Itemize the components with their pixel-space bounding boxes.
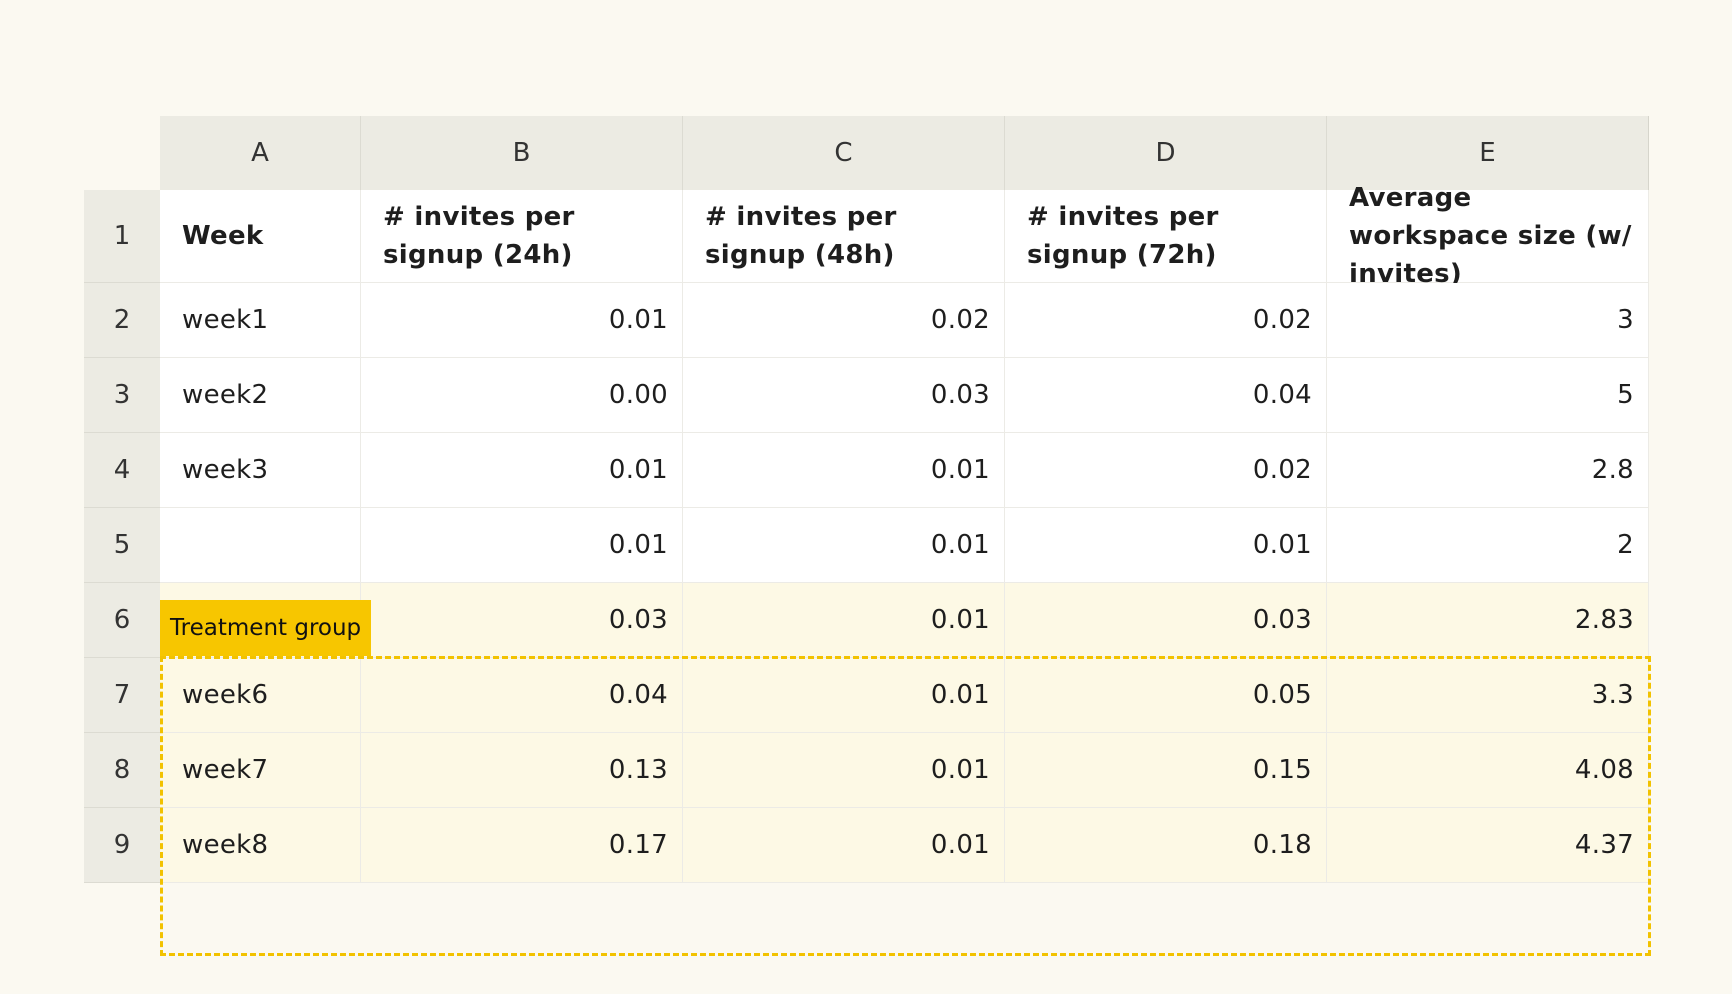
cell-c6[interactable]: 0.01 (683, 583, 1005, 658)
cell-d3[interactable]: 0.04 (1005, 358, 1327, 433)
cell-d4[interactable]: 0.02 (1005, 433, 1327, 508)
cell-c7[interactable]: 0.01 (683, 658, 1005, 733)
cell-e7[interactable]: 3.3 (1327, 658, 1649, 733)
cell-c4[interactable]: 0.01 (683, 433, 1005, 508)
table-row: 3 week2 0.00 0.03 0.04 5 (84, 358, 1649, 433)
row-header[interactable]: 7 (84, 658, 160, 733)
table-row: 4 week3 0.01 0.01 0.02 2.8 (84, 433, 1649, 508)
cell-e1[interactable]: Average workspace size (w/ invites) (1327, 183, 1649, 289)
cell-e9[interactable]: 4.37 (1327, 808, 1649, 883)
cell-c5[interactable]: 0.01 (683, 508, 1005, 583)
column-header-a[interactable]: A (160, 116, 361, 190)
column-header-d[interactable]: D (1005, 116, 1327, 190)
cell-b9[interactable]: 0.17 (361, 808, 683, 883)
row-header[interactable]: 9 (84, 808, 160, 883)
cell-a1[interactable]: Week (160, 190, 361, 283)
cell-b8[interactable]: 0.13 (361, 733, 683, 808)
treatment-group-label: Treatment group (160, 600, 372, 656)
cell-e2[interactable]: 3 (1327, 283, 1649, 358)
sheet-rows: 1 Week # invites per signup (24h) # invi… (84, 183, 1651, 956)
row-header[interactable]: 5 (84, 508, 160, 583)
cell-b6[interactable]: 0.03 (361, 583, 683, 658)
row-header[interactable]: 3 (84, 358, 160, 433)
cell-c9[interactable]: 0.01 (683, 808, 1005, 883)
cell-c8[interactable]: 0.01 (683, 733, 1005, 808)
cell-c1[interactable]: # invites per signup (48h) (683, 190, 1005, 283)
table-row: 2 week1 0.01 0.02 0.02 3 (84, 283, 1649, 358)
table-row: 7 week6 0.04 0.01 0.05 3.3 (84, 658, 1649, 733)
row-header[interactable]: 8 (84, 733, 160, 808)
cell-a8[interactable]: week7 (160, 733, 361, 808)
cell-d9[interactable]: 0.18 (1005, 808, 1327, 883)
cell-d5[interactable]: 0.01 (1005, 508, 1327, 583)
cell-e3[interactable]: 5 (1327, 358, 1649, 433)
column-header-b[interactable]: B (361, 116, 683, 190)
row-header[interactable]: 1 (84, 190, 160, 283)
table-row: 1 Week # invites per signup (24h) # invi… (84, 183, 1649, 289)
cell-b2[interactable]: 0.01 (361, 283, 683, 358)
row-header[interactable]: 2 (84, 283, 160, 358)
cell-a2[interactable]: week1 (160, 283, 361, 358)
column-header-c[interactable]: C (683, 116, 1005, 190)
table-row: 8 week7 0.13 0.01 0.15 4.08 (84, 733, 1649, 808)
cell-a4[interactable]: week3 (160, 433, 361, 508)
cell-e4[interactable]: 2.8 (1327, 433, 1649, 508)
cell-c2[interactable]: 0.02 (683, 283, 1005, 358)
cell-d2[interactable]: 0.02 (1005, 283, 1327, 358)
table-row: 5 0.01 0.01 0.01 2 (84, 508, 1649, 583)
cell-e5[interactable]: 2 (1327, 508, 1649, 583)
cell-d7[interactable]: 0.05 (1005, 658, 1327, 733)
cell-e6[interactable]: 2.83 (1327, 583, 1649, 658)
row-header[interactable]: 4 (84, 433, 160, 508)
cell-d6[interactable]: 0.03 (1005, 583, 1327, 658)
cell-b1[interactable]: # invites per signup (24h) (361, 190, 683, 283)
cell-a5[interactable] (160, 508, 361, 583)
cell-b7[interactable]: 0.04 (361, 658, 683, 733)
cell-e8[interactable]: 4.08 (1327, 733, 1649, 808)
cell-b3[interactable]: 0.00 (361, 358, 683, 433)
cell-b4[interactable]: 0.01 (361, 433, 683, 508)
cell-a7[interactable]: week6 (160, 658, 361, 733)
cell-a3[interactable]: week2 (160, 358, 361, 433)
cell-c3[interactable]: 0.03 (683, 358, 1005, 433)
cell-b5[interactable]: 0.01 (361, 508, 683, 583)
cell-d1[interactable]: # invites per signup (72h) (1005, 190, 1327, 283)
cell-d8[interactable]: 0.15 (1005, 733, 1327, 808)
table-row: 9 week8 0.17 0.01 0.18 4.37 (84, 808, 1649, 883)
row-header[interactable]: 6 (84, 583, 160, 658)
cell-a9[interactable]: week8 (160, 808, 361, 883)
